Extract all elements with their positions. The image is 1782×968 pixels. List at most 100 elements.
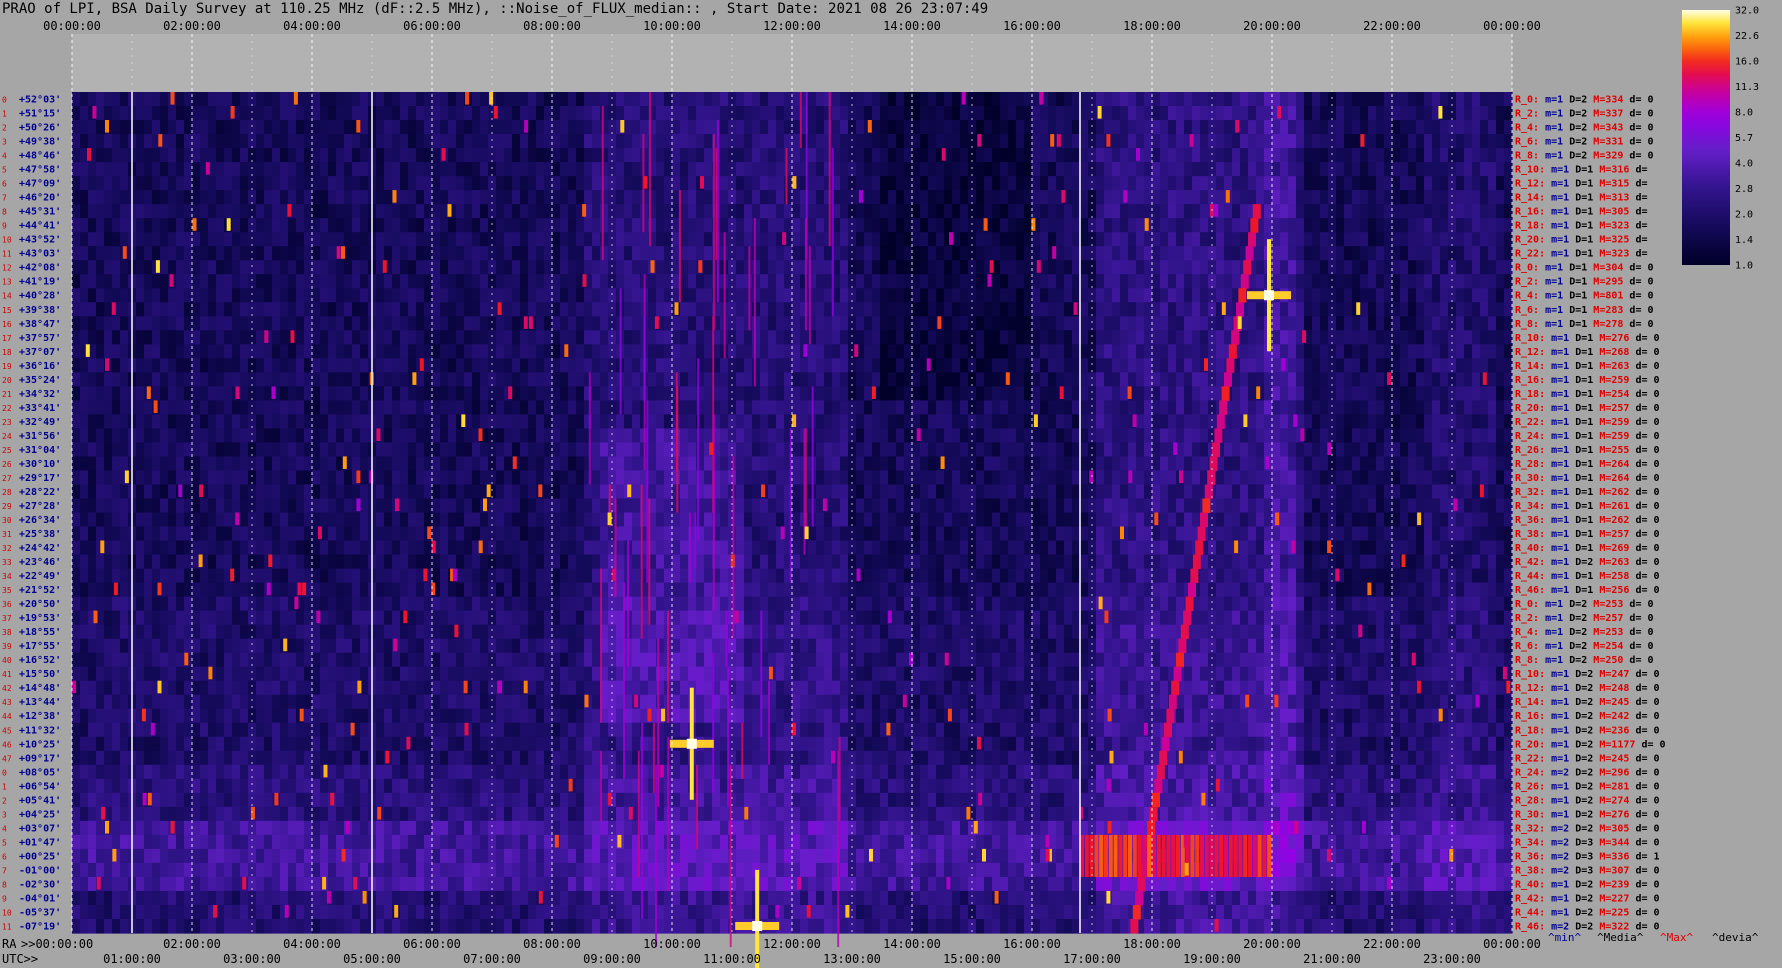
- heatmap-cell: [1312, 344, 1321, 359]
- heatmap-cell: [696, 134, 705, 149]
- heatmap-cell: [888, 344, 897, 359]
- heatmap-cell: [152, 428, 161, 444]
- heatmap-cell: [496, 274, 505, 289]
- heatmap-cell: [1472, 372, 1481, 387]
- heatmap-cell: [528, 232, 537, 247]
- heatmap-cell: [1408, 358, 1417, 373]
- heatmap-cell: [768, 218, 777, 233]
- heatmap-cell: [120, 106, 129, 121]
- heatmap-cell: [344, 414, 353, 429]
- heatmap-cell: [1288, 274, 1297, 289]
- heatmap-cell: [192, 442, 201, 458]
- heatmap-cell: [584, 442, 593, 458]
- heatmap-cell: [536, 134, 545, 149]
- heatmap-cell: [616, 106, 625, 121]
- heatmap-cell: [432, 302, 441, 317]
- heatmap-cell: [888, 372, 897, 387]
- heatmap-cell: [864, 232, 873, 247]
- heatmap-cell: [1152, 400, 1161, 415]
- heatmap-cell: [832, 428, 841, 444]
- heatmap-cell: [936, 372, 945, 387]
- heatmap-cell: [1096, 190, 1105, 205]
- heatmap-cell: [584, 372, 593, 387]
- heatmap-cell: [616, 442, 625, 458]
- heatmap-cell: [392, 470, 401, 486]
- heatmap-cell: [536, 456, 545, 472]
- heatmap-cell: [952, 246, 961, 261]
- heatmap-cell: [384, 148, 393, 163]
- heatmap-cell: [736, 246, 745, 261]
- heatmap-cell: [1200, 176, 1209, 191]
- heatmap-cell: [1120, 92, 1129, 107]
- heatmap-cell: [984, 470, 993, 486]
- heatmap-cell: [152, 218, 161, 233]
- heatmap-cell: [1016, 148, 1025, 163]
- heatmap-cell: [96, 246, 105, 261]
- heatmap-cell: [1440, 386, 1449, 401]
- heatmap-cell: [1440, 442, 1449, 458]
- heatmap-cell: [344, 442, 353, 458]
- heatmap-cell: [528, 134, 537, 149]
- heatmap-cell: [104, 428, 113, 444]
- heatmap-cell: [1168, 162, 1177, 177]
- heatmap-cell: [1408, 442, 1417, 458]
- heatmap-cell: [1480, 106, 1489, 121]
- heatmap-cell: [72, 260, 81, 275]
- heatmap-cell: [96, 400, 105, 415]
- heatmap-cell: [568, 246, 577, 261]
- heatmap-cell: [1272, 246, 1281, 261]
- heatmap-cell: [1016, 442, 1025, 458]
- heatmap-cell: [1360, 218, 1369, 233]
- heatmap-cell: [1152, 330, 1161, 345]
- heatmap-cell: [1456, 344, 1465, 359]
- heatmap-cell: [1288, 344, 1297, 359]
- heatmap-cell: [888, 400, 897, 415]
- heatmap-cell: [720, 470, 729, 486]
- heatmap-cell: [416, 162, 425, 177]
- heatmap-cell: [704, 274, 713, 289]
- heatmap-cell: [624, 470, 633, 486]
- heatmap-cell: [152, 274, 161, 289]
- heatmap-cell: [1024, 190, 1033, 205]
- heatmap-cell: [536, 400, 545, 415]
- heatmap-cell: [1360, 148, 1369, 163]
- heatmap-cell: [616, 134, 625, 149]
- heatmap-cell: [1384, 204, 1393, 219]
- heatmap-cell: [840, 288, 849, 303]
- heatmap-cell: [616, 162, 625, 177]
- heatmap-cell: [896, 162, 905, 177]
- heatmap-cell: [736, 106, 745, 121]
- heatmap-cell: [1424, 372, 1433, 387]
- heatmap-cell: [96, 106, 105, 121]
- heatmap-cell: [960, 274, 969, 289]
- heatmap-cell: [536, 428, 545, 444]
- heatmap-cell: [816, 218, 825, 233]
- heatmap-cell: [1464, 232, 1473, 247]
- heatmap-cell: [1232, 148, 1241, 163]
- heatmap-cell: [480, 470, 489, 486]
- heatmap-cell: [512, 246, 521, 261]
- heatmap-cell: [240, 162, 249, 177]
- heatmap-cell: [640, 92, 649, 107]
- heatmap-cell: [1040, 456, 1049, 472]
- heatmap-cell: [312, 302, 321, 317]
- heatmap-cell: [1080, 92, 1089, 107]
- heatmap-cell: [80, 330, 89, 345]
- heatmap-cell: [400, 288, 409, 303]
- heatmap-cell: [272, 316, 281, 331]
- heatmap-cell: [304, 372, 313, 387]
- heatmap-cell: [1504, 92, 1513, 107]
- heatmap-cell: [1424, 218, 1433, 233]
- heatmap-cell: [1040, 246, 1049, 261]
- heatmap-cell: [1000, 218, 1009, 233]
- heatmap-cell: [752, 176, 761, 191]
- heatmap-cell: [1168, 372, 1177, 387]
- heatmap-cell: [736, 358, 745, 373]
- heatmap-cell: [648, 442, 657, 458]
- heatmap-cell: [456, 260, 465, 275]
- heatmap-cell: [1256, 400, 1265, 415]
- heatmap-cell: [896, 176, 905, 191]
- heatmap-cell: [1368, 400, 1377, 415]
- heatmap-cell: [1464, 456, 1473, 472]
- heatmap-cell: [1376, 400, 1385, 415]
